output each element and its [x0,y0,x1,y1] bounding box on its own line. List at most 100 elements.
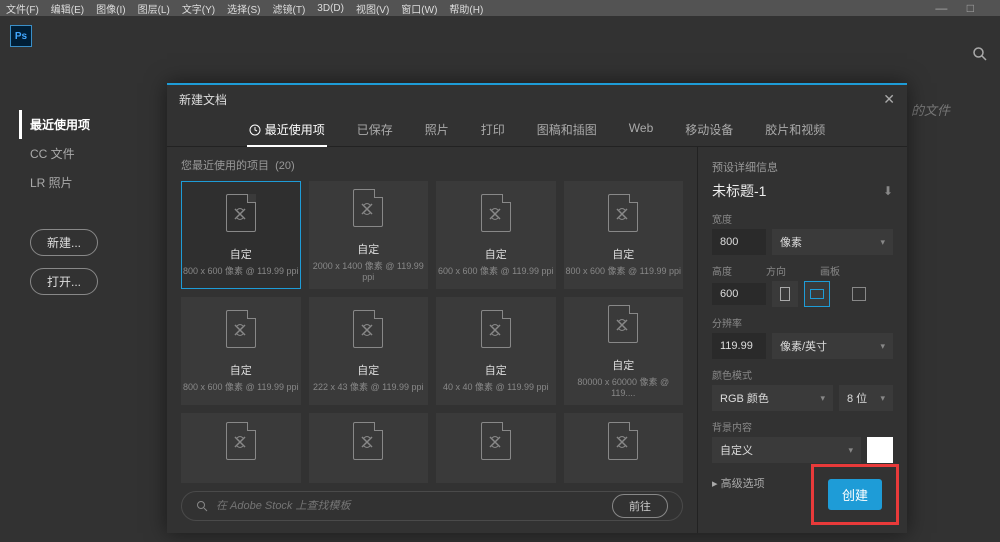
dialog-title: 新建文档 [179,91,227,108]
height-label: 高度 [712,263,732,278]
preset-dimensions: 80000 x 60000 像素 @ 119.... [565,375,683,398]
menu-3d[interactable]: 3D(D) [317,3,344,14]
tab-art[interactable]: 图稿和插图 [521,113,613,146]
preset-dimensions: 800 x 600 像素 @ 119.99 ppi [183,380,299,393]
preset-dimensions: 800 x 600 像素 @ 119.99 ppi [565,264,681,277]
artboard-checkbox[interactable] [852,287,866,301]
dialog-tabs: 最近使用项 已保存 照片 打印 图稿和插图 Web 移动设备 胶片和视频 [167,113,907,147]
res-unit-select[interactable]: 像素/英寸▾ [772,333,893,359]
preset-card[interactable]: 自定 40 x 40 像素 @ 119.99 ppi [436,297,556,405]
document-icon [353,310,383,348]
document-icon [226,422,256,460]
document-icon [226,194,256,232]
menu-help[interactable]: 帮助(H) [449,1,483,16]
menu-filter[interactable]: 滤镜(T) [273,1,306,16]
tab-web[interactable]: Web [613,113,669,146]
tab-mobile[interactable]: 移动设备 [669,113,749,146]
menu-view[interactable]: 视图(V) [356,1,389,16]
open-button[interactable]: 打开... [30,268,98,295]
orient-landscape[interactable] [804,281,830,307]
document-name[interactable]: 未标题-1 [712,181,766,201]
document-icon [226,310,256,348]
menu-bar: 文件(F) 编辑(E) 图像(I) 图层(L) 文字(Y) 选择(S) 滤镜(T… [0,0,1000,16]
preset-card[interactable]: 自定 800 x 600 像素 @ 119.99 ppi [564,181,684,289]
app-logo: Ps [10,25,32,47]
your-files-text: 的文件 [911,100,950,119]
color-label: 颜色模式 [712,367,893,382]
document-icon [353,189,383,227]
bg-label: 背景内容 [712,419,893,434]
menu-image[interactable]: 图像(I) [96,1,125,16]
preset-card[interactable] [436,413,556,483]
bg-select[interactable]: 自定义▾ [712,437,861,463]
preset-card[interactable]: 自定 2000 x 1400 像素 @ 119.99 ppi [309,181,429,289]
document-icon [481,194,511,232]
height-input[interactable] [712,283,766,305]
bit-depth-select[interactable]: 8 位▾ [839,385,893,411]
preset-card[interactable]: 自定800 x 600 像素 @ 119.99 ppi [181,181,301,289]
menu-edit[interactable]: 编辑(E) [51,1,84,16]
bg-color-swatch[interactable] [867,437,893,463]
preset-name: 自定 [357,362,379,378]
search-icon [196,500,208,512]
preset-name: 自定 [230,362,252,378]
sidebar-item-lr[interactable]: LR 照片 [30,168,140,197]
preset-dimensions: 2000 x 1400 像素 @ 119.99 ppi [310,259,428,282]
tab-print[interactable]: 打印 [465,113,521,146]
resolution-input[interactable] [712,333,766,359]
window-controls[interactable]: — □ [935,1,982,15]
document-icon [608,194,638,232]
tab-photo[interactable]: 照片 [409,113,465,146]
orient-portrait[interactable] [772,281,798,307]
res-label: 分辨率 [712,315,893,330]
top-strip: Ps [0,16,1000,56]
close-icon[interactable]: ✕ [883,91,895,108]
document-icon [608,305,638,343]
create-button[interactable]: 创建 [828,479,882,510]
create-highlight: 创建 [811,464,899,525]
stock-search-input[interactable] [216,500,612,512]
preset-card[interactable] [564,413,684,483]
preset-dimensions: 40 x 40 像素 @ 119.99 ppi [443,380,549,393]
document-icon [353,422,383,460]
preset-name: 自定 [612,246,634,262]
unit-select[interactable]: 像素▾ [772,229,893,255]
stock-search-bar: 前往 [181,491,683,521]
go-button[interactable]: 前往 [612,494,668,518]
preset-name: 自定 [357,241,379,257]
menu-window[interactable]: 窗口(W) [401,1,437,16]
menu-file[interactable]: 文件(F) [6,1,39,16]
preset-card[interactable]: 自定600 x 600 像素 @ 119.99 ppi [436,181,556,289]
search-icon[interactable] [972,46,988,65]
preset-dimensions: 600 x 600 像素 @ 119.99 ppi [438,264,554,277]
home-sidebar: 最近使用项 CC 文件 LR 照片 新建... 打开... [0,110,140,295]
orient-label: 方向 [766,263,786,278]
menu-select[interactable]: 选择(S) [227,1,260,16]
preset-name: 自定 [612,357,634,373]
menu-layer[interactable]: 图层(L) [138,1,170,16]
artboard-label: 画板 [820,263,840,278]
preset-card[interactable] [309,413,429,483]
recent-label: 您最近使用的项目 (20) [181,157,683,173]
document-icon [481,422,511,460]
preset-card[interactable]: 自定 800 x 600 像素 @ 119.99 ppi [181,297,301,405]
tab-film[interactable]: 胶片和视频 [749,113,841,146]
new-document-dialog: 新建文档 ✕ 最近使用项 已保存 照片 打印 图稿和插图 Web 移动设备 胶片… [167,83,907,533]
preset-card[interactable]: 自定 80000 x 60000 像素 @ 119.... [564,297,684,405]
download-icon[interactable]: ⬇ [883,184,893,198]
menu-type[interactable]: 文字(Y) [182,1,215,16]
details-heading: 预设详细信息 [712,159,893,175]
preset-name: 自定 [485,362,507,378]
sidebar-item-cc[interactable]: CC 文件 [30,139,140,168]
document-icon [608,422,638,460]
tab-recent[interactable]: 最近使用项 [233,113,341,146]
width-label: 宽度 [712,211,893,226]
tab-saved[interactable]: 已保存 [341,113,409,146]
preset-card[interactable]: 自定222 x 43 像素 @ 119.99 ppi [309,297,429,405]
preset-dimensions: 800 x 600 像素 @ 119.99 ppi [183,264,299,277]
sidebar-item-recent[interactable]: 最近使用项 [19,110,140,139]
new-button[interactable]: 新建... [30,229,98,256]
width-input[interactable] [712,229,766,255]
color-mode-select[interactable]: RGB 颜色▾ [712,385,833,411]
preset-card[interactable] [181,413,301,483]
